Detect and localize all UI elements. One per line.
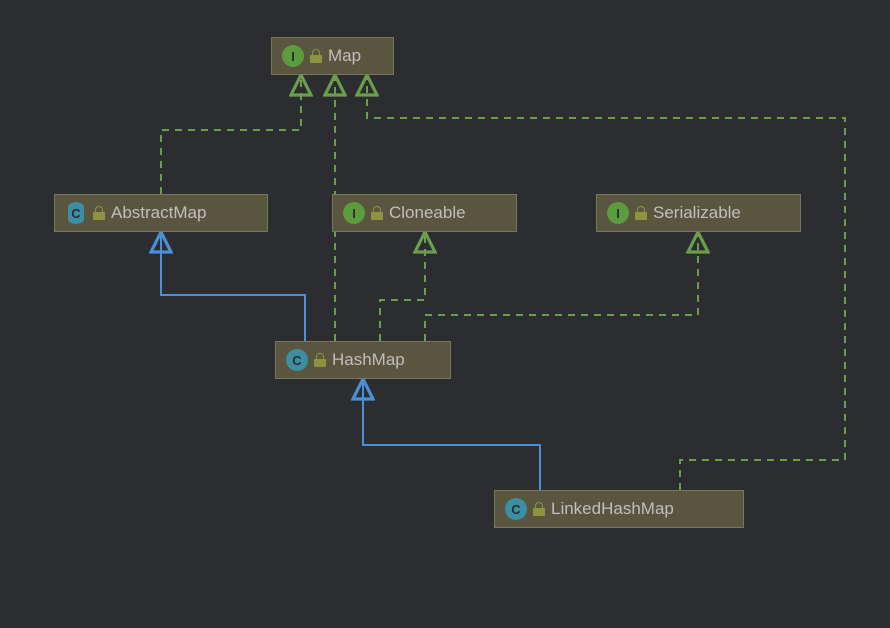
node-linkedhashmap[interactable]: C LinkedHashMap <box>494 490 744 528</box>
abstract-class-icon: C <box>65 202 87 224</box>
node-label: Cloneable <box>389 203 466 223</box>
node-label: HashMap <box>332 350 405 370</box>
interface-icon: I <box>282 45 304 67</box>
lock-icon <box>310 49 322 63</box>
node-abstractmap[interactable]: C AbstractMap <box>54 194 268 232</box>
node-label: LinkedHashMap <box>551 499 674 519</box>
node-map[interactable]: I Map <box>271 37 394 75</box>
lock-icon <box>533 502 545 516</box>
lock-icon <box>314 353 326 367</box>
interface-icon: I <box>607 202 629 224</box>
diagram-edges <box>0 0 890 628</box>
lock-icon <box>93 206 105 220</box>
lock-icon <box>371 206 383 220</box>
interface-icon: I <box>343 202 365 224</box>
node-hashmap[interactable]: C HashMap <box>275 341 451 379</box>
node-label: Map <box>328 46 361 66</box>
class-icon: C <box>286 349 308 371</box>
class-icon: C <box>505 498 527 520</box>
node-label: AbstractMap <box>111 203 206 223</box>
node-label: Serializable <box>653 203 741 223</box>
node-cloneable[interactable]: I Cloneable <box>332 194 517 232</box>
lock-icon <box>635 206 647 220</box>
node-serializable[interactable]: I Serializable <box>596 194 801 232</box>
